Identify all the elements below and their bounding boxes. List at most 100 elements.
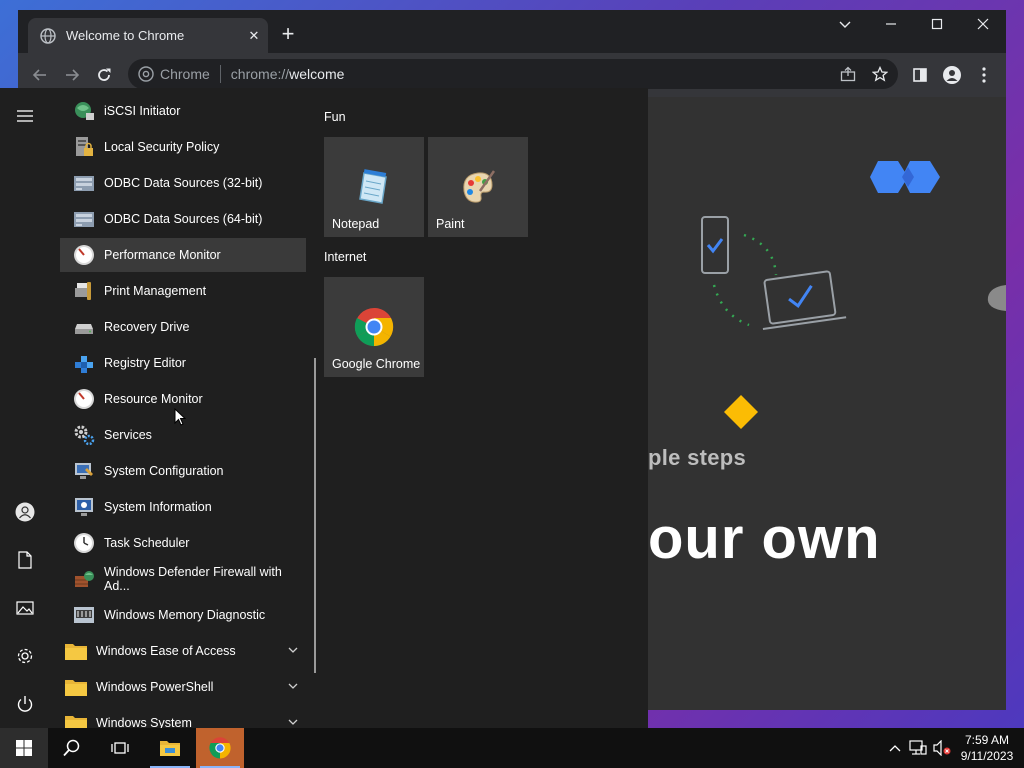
globe-icon [40, 27, 56, 44]
star-icon[interactable] [872, 66, 888, 82]
notepad-icon [359, 169, 387, 204]
tile-label: Google Chrome [332, 357, 421, 371]
app-item-windows-memory-diagnostic[interactable]: Windows Memory Diagnostic [60, 598, 306, 632]
registry-icon [72, 351, 96, 375]
forward-icon[interactable] [59, 62, 85, 88]
site-name: Chrome [160, 66, 210, 82]
pictures-icon[interactable] [7, 590, 43, 626]
app-label: Task Scheduler [104, 536, 190, 550]
memory-icon [72, 603, 96, 627]
group-label-internet: Internet [324, 250, 367, 264]
kebab-menu-icon[interactable] [971, 62, 997, 88]
side-panel-icon[interactable] [907, 62, 933, 88]
folder-icon [64, 711, 88, 728]
security-policy-icon [72, 135, 96, 159]
clock-icon [72, 531, 96, 555]
app-item-odbc-32[interactable]: ODBC Data Sources (32-bit) [60, 166, 306, 200]
network-icon[interactable] [906, 728, 930, 768]
printer-icon [72, 279, 96, 303]
power-icon[interactable] [7, 686, 43, 722]
clock-date: 9/11/2023 [960, 749, 1014, 763]
address-bar[interactable]: Chrome chrome://welcome [128, 59, 898, 89]
tile-google-chrome[interactable]: Google Chrome [324, 277, 424, 377]
url-scheme: chrome:// [230, 66, 290, 82]
hamburger-menu-icon[interactable] [7, 98, 43, 134]
chevron-down-icon[interactable] [288, 645, 298, 655]
tile-label: Notepad [332, 217, 380, 231]
firewall-icon [72, 567, 96, 591]
folder-windows-powershell[interactable]: Windows PowerShell [60, 670, 306, 704]
app-label: Registry Editor [104, 356, 186, 370]
close-window-icon[interactable] [960, 10, 1006, 42]
yellow-diamond-illustration [724, 395, 758, 429]
taskbar-clock[interactable]: 7:59 AM 9/11/2023 [950, 732, 1024, 764]
back-icon[interactable] [27, 62, 53, 88]
app-label: Services [104, 428, 152, 442]
chrome-taskbar-icon[interactable] [196, 728, 244, 768]
app-label: System Configuration [104, 464, 224, 478]
app-item-local-security-policy[interactable]: Local Security Policy [60, 130, 306, 164]
tab-welcome[interactable]: Welcome to Chrome ✕ [28, 18, 268, 53]
app-item-task-scheduler[interactable]: Task Scheduler [60, 526, 306, 560]
tile-label: Paint [436, 217, 465, 231]
profile-icon[interactable] [939, 62, 965, 88]
app-item-recovery-drive[interactable]: Recovery Drive [60, 310, 306, 344]
clock-time: 7:59 AM [964, 733, 1010, 747]
minimize-icon[interactable] [868, 10, 914, 42]
devices-illustration [701, 216, 847, 330]
app-item-performance-monitor[interactable]: Performance Monitor [60, 238, 306, 272]
welcome-heading: our own [648, 506, 881, 571]
folder-windows-ease-of-access[interactable]: Windows Ease of Access [60, 634, 306, 668]
folder-icon [64, 639, 88, 663]
chevron-up-icon[interactable] [884, 728, 906, 768]
start-rail [0, 88, 50, 728]
url-host: welcome [289, 66, 345, 82]
chevron-down-icon[interactable] [822, 10, 868, 42]
monitor-icon [72, 459, 96, 483]
file-explorer-icon[interactable] [146, 728, 194, 768]
app-item-print-management[interactable]: Print Management [60, 274, 306, 308]
plus-icon[interactable]: + [276, 23, 300, 47]
app-label: Print Management [104, 284, 207, 298]
close-icon[interactable]: ✕ [240, 28, 268, 44]
app-item-windows-defender-firewall[interactable]: Windows Defender Firewall with Ad... [60, 562, 306, 596]
gauge-icon [72, 387, 96, 411]
blue-shape-illustration [870, 161, 940, 193]
app-label: Performance Monitor [104, 248, 221, 262]
app-list-scrollbar[interactable] [314, 358, 316, 673]
group-label-fun: Fun [324, 110, 346, 124]
user-icon[interactable] [7, 494, 43, 530]
omnibox-divider [219, 65, 221, 83]
chevron-down-icon[interactable] [288, 717, 298, 727]
paint-palette-icon [463, 170, 496, 203]
maximize-icon[interactable] [914, 10, 960, 42]
app-label: iSCSI Initiator [104, 104, 181, 118]
app-label: Local Security Policy [104, 140, 220, 154]
grey-shape-illustration [987, 285, 1006, 311]
app-item-system-information[interactable]: System Information [60, 490, 306, 524]
app-item-system-configuration[interactable]: System Configuration [60, 454, 306, 488]
app-label: Windows Memory Diagnostic [104, 608, 266, 622]
database-icon [72, 171, 96, 195]
gauge-icon [72, 243, 96, 267]
task-view-icon[interactable] [96, 728, 144, 768]
folder-windows-system[interactable]: Windows System [60, 706, 306, 728]
search-icon[interactable] [48, 728, 96, 768]
taskbar: 7:59 AM 9/11/2023 [0, 728, 1024, 768]
app-item-iscsi-initiator[interactable]: iSCSI Initiator [60, 94, 306, 128]
tile-notepad[interactable]: Notepad [324, 137, 424, 237]
share-icon[interactable] [840, 66, 856, 82]
settings-icon[interactable] [7, 638, 43, 674]
folder-label: Windows PowerShell [96, 680, 214, 694]
document-icon[interactable] [7, 542, 43, 578]
windows-start-icon[interactable] [0, 728, 48, 768]
tile-paint[interactable]: Paint [428, 137, 528, 237]
chrome-icon [209, 737, 231, 759]
app-item-registry-editor[interactable]: Registry Editor [60, 346, 306, 380]
app-item-odbc-64[interactable]: ODBC Data Sources (64-bit) [60, 202, 306, 236]
chevron-down-icon[interactable] [288, 681, 298, 691]
reload-icon[interactable] [91, 62, 117, 88]
app-label: System Information [104, 500, 212, 514]
folder-label: Windows System [96, 716, 192, 728]
app-label: Resource Monitor [104, 392, 203, 406]
